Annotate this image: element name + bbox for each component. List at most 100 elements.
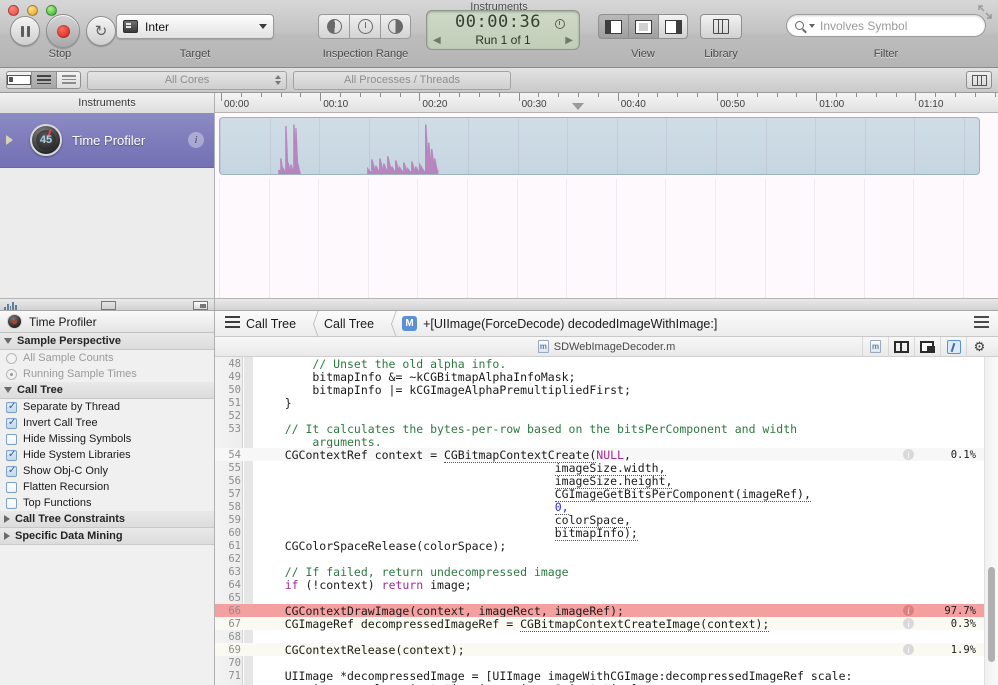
code-line[interactable]: 68 — [215, 630, 998, 643]
code-line[interactable]: 55 imageSize.width, — [215, 460, 998, 476]
code-line[interactable]: 64 if (!context) return image; — [215, 578, 998, 592]
code-line[interactable]: 50 bitmapInfo |= kCGImageAlphaPremultipl… — [215, 383, 998, 397]
inspection-range-start-button[interactable] — [318, 14, 349, 39]
code-line[interactable]: arguments. — [215, 435, 998, 449]
code-line[interactable]: 54 CGContextRef context = CGBitmapContex… — [215, 447, 998, 463]
source-code-viewer[interactable]: 48 // Unset the old alpha info. 49 bitmap… — [215, 357, 998, 685]
view-show-extended-button[interactable] — [658, 14, 688, 39]
cores-popup[interactable]: All Cores — [87, 70, 287, 90]
track-detail-view-button[interactable] — [6, 71, 31, 89]
inspector-option-invert-call-tree[interactable]: Invert Call Tree — [0, 415, 214, 431]
checkbox-icon[interactable] — [6, 465, 17, 477]
code-line[interactable]: 48 // Unset the old alpha info. — [215, 357, 998, 371]
code-line[interactable]: 59 colorSpace, — [215, 512, 998, 528]
inspector-option-hide-missing-symbols[interactable]: Hide Missing Symbols — [0, 431, 214, 447]
view-show-instruments-button[interactable] — [598, 14, 628, 39]
checkbox-icon[interactable] — [6, 401, 17, 413]
code-line[interactable]: 63 // If failed, return undecompressed i… — [215, 565, 998, 579]
chevron-down-icon[interactable] — [4, 338, 12, 344]
code-line[interactable]: 57 CGImageGetBitsPerComponent(imageRef), — [215, 486, 998, 502]
filter-search-field[interactable]: Involves Symbol — [786, 14, 986, 37]
ruler-tick-minor — [379, 93, 381, 97]
checkbox-icon[interactable] — [6, 449, 17, 461]
timeline-ruler[interactable]: 00:00 00:10 00:20 00:30 00:40 00:50 01:00 01:10 — [215, 93, 998, 112]
code-line[interactable]: 67 CGImageRef decompressedImageRef = CGB… — [215, 616, 998, 632]
inspector-section-header[interactable]: Specific Data Mining — [0, 528, 214, 545]
disclosure-arrow-icon[interactable] — [6, 135, 13, 145]
track-graph-area[interactable] — [215, 113, 998, 298]
code-line[interactable]: 66 CGContextDrawImage(context, imageRect… — [215, 603, 998, 619]
target-popup[interactable]: Inter — [116, 14, 274, 39]
chevron-right-icon[interactable] — [4, 532, 10, 540]
loop-button[interactable]: ↻ — [86, 16, 116, 46]
info-icon[interactable]: i — [188, 132, 204, 148]
code-line[interactable]: 65 — [215, 591, 998, 604]
time-profiler-track[interactable] — [219, 117, 980, 175]
inspector-option-top-functions[interactable]: Top Functions — [0, 495, 214, 511]
inspector-section-header[interactable]: Sample Perspective — [0, 333, 214, 350]
inspector-options: Sample Perspective All Sample Counts Runni… — [0, 333, 214, 545]
library-button[interactable] — [700, 14, 742, 39]
checkbox-icon[interactable] — [6, 497, 17, 509]
run-timer[interactable]: 00:00:36 Run 1 of 1 ◀ ▶ — [426, 10, 580, 50]
toggle-track-size-icon[interactable] — [193, 301, 208, 310]
track-list-view-button[interactable] — [31, 71, 56, 89]
scrollbar-thumb[interactable] — [988, 567, 995, 662]
timer-run-label: Run 1 of 1 — [475, 32, 531, 47]
chevron-down-icon[interactable] — [809, 23, 815, 28]
inspection-range-end-button[interactable] — [380, 14, 411, 39]
line-info-icon[interactable]: i — [903, 449, 914, 460]
show-file-button[interactable]: m — [862, 336, 888, 357]
open-in-xcode-button[interactable] — [940, 336, 966, 357]
code-line[interactable]: 69 CGContextRelease(context); i 1.9% — [215, 643, 998, 657]
mini-graph-icon[interactable] — [4, 301, 19, 310]
code-line[interactable]: 70 — [215, 656, 998, 669]
line-info-icon[interactable]: i — [903, 605, 914, 616]
code-line[interactable]: 71 UIImage *decompressedImage = [UIImage… — [215, 669, 998, 683]
chevron-right-icon[interactable] — [4, 515, 10, 523]
record-stop-button[interactable] — [46, 14, 80, 48]
code-line[interactable]: 58 0, — [215, 499, 998, 515]
code-line[interactable]: 49 bitmapInfo &= ~kCGBitmapAlphaInfoMask… — [215, 370, 998, 384]
line-info-icon[interactable]: i — [903, 644, 914, 655]
checkbox-icon[interactable] — [6, 481, 17, 493]
inspector-section-header[interactable]: Call Tree Constraints — [0, 511, 214, 528]
code-line[interactable]: 56 imageSize.height, — [215, 473, 998, 489]
checkbox-icon[interactable] — [6, 417, 17, 429]
chevron-down-icon[interactable] — [4, 387, 12, 393]
inspector-option-separate-by-thread[interactable]: Separate by Thread — [0, 399, 214, 415]
pause-button[interactable] — [10, 16, 40, 46]
resize-grip-icon[interactable] — [101, 301, 116, 310]
breadcrumb-item-0[interactable]: Call Tree — [246, 317, 310, 331]
track-compact-view-button[interactable] — [56, 71, 81, 89]
prev-run-icon[interactable]: ◀ — [433, 35, 441, 46]
inspection-range-clear-button[interactable] — [349, 14, 380, 39]
line-info-icon[interactable]: i — [903, 618, 914, 629]
stepper-icon[interactable] — [275, 74, 281, 85]
inspector-option-show-obj-c-only[interactable]: Show Obj-C Only — [0, 463, 214, 479]
code-line[interactable]: 51 } — [215, 396, 998, 410]
processes-popup[interactable]: All Processes / Threads — [293, 70, 511, 90]
checkbox-icon[interactable] — [6, 433, 17, 445]
show-windows-button[interactable] — [914, 336, 940, 357]
assistant-columns-button[interactable] — [888, 336, 914, 357]
next-run-icon[interactable]: ▶ — [565, 35, 573, 46]
breadcrumb-item-1[interactable]: Call Tree — [324, 317, 388, 331]
detail-menu-icon[interactable] — [225, 316, 240, 331]
split-resize-bar[interactable] — [0, 298, 998, 311]
code-line[interactable]: 61 CGColorSpaceRelease(colorSpace); — [215, 539, 998, 553]
detail-options-icon[interactable] — [974, 316, 989, 331]
instrument-row-time-profiler[interactable]: 45 Time Profiler i — [0, 113, 214, 168]
code-line[interactable]: 53 // It calculates the bytes-per-row ba… — [215, 422, 998, 436]
inspector-option-hide-system-libraries[interactable]: Hide System Libraries — [0, 447, 214, 463]
source-settings-button[interactable]: ⚙ — [966, 336, 992, 357]
toggle-detail-panel-button[interactable] — [966, 71, 992, 89]
code-line[interactable]: 60 bitmapInfo); — [215, 525, 998, 541]
code-line[interactable]: 62 — [215, 552, 998, 565]
code-line[interactable]: 52 — [215, 409, 998, 422]
playhead-marker[interactable] — [572, 103, 585, 110]
inspector-option-flatten-recursion[interactable]: Flatten Recursion — [0, 479, 214, 495]
view-show-detail-button[interactable] — [628, 14, 658, 39]
breadcrumb-item-2[interactable]: M +[UIImage(ForceDecode) decodedImageWit… — [402, 316, 731, 331]
inspector-section-header[interactable]: Call Tree — [0, 382, 214, 399]
